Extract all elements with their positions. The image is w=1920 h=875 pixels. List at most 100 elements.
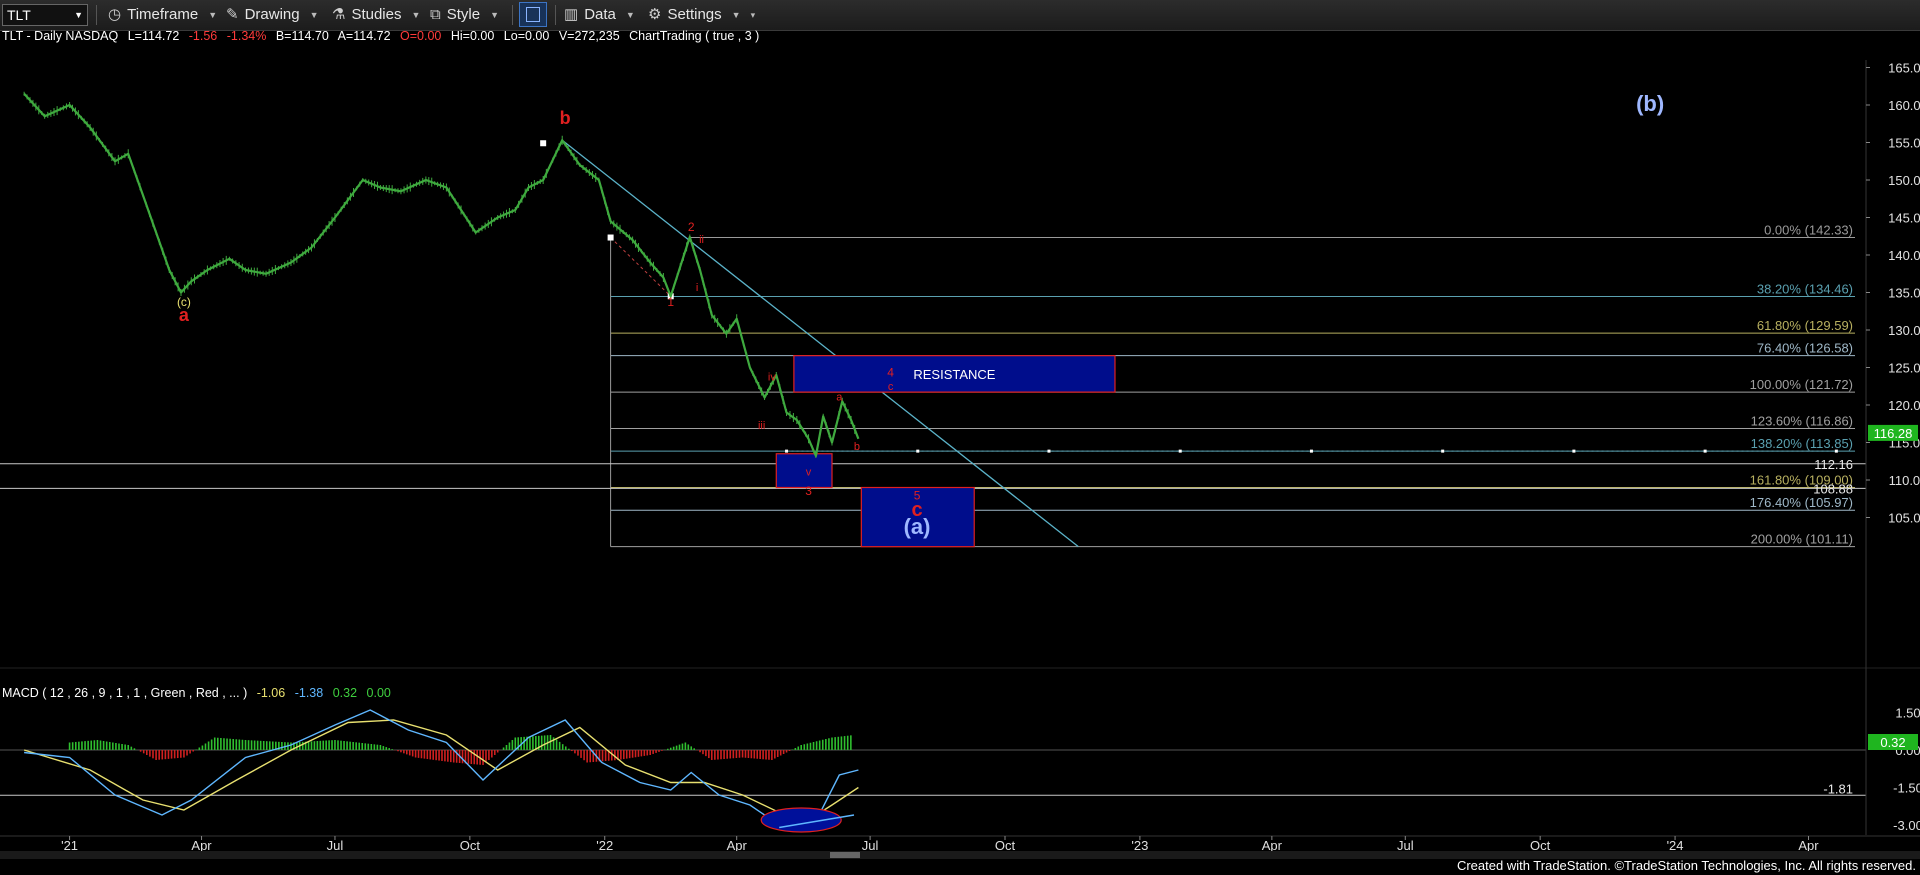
chevron-down-icon: ▼ [74,10,83,20]
fib-level-label: 138.20% (113.85) [1751,436,1853,451]
settings-label: Settings [667,6,722,23]
price-axis-label: 160.00 [1888,98,1920,113]
header-change-pct: -1.34% [227,30,267,43]
symbol-selector[interactable]: TLT ▼ [2,4,88,26]
dotted-line-marker [916,449,920,453]
wave-label: iii [758,420,765,432]
dotted-line-marker [1047,449,1051,453]
resistance-box-label: RESISTANCE [913,367,995,382]
fib-level-label: 61.80% (129.59) [1757,318,1853,333]
copyright-footer: Created with TradeStation. ©TradeStation… [1456,858,1916,873]
wave-label: iv [768,371,776,383]
dotted-line-marker [1572,449,1576,453]
wave-label: i [696,282,698,294]
wave-label: 1 [667,295,674,309]
date-axis-label: Jul [862,838,879,851]
studies-label: Studies [351,6,402,23]
overflow-chevron-icon: ▾ [750,10,756,20]
timeframe-button[interactable]: ◷ Timeframe ▼ [108,4,217,26]
scrollbar-thumb[interactable] [830,852,860,858]
fib-level-label: 100.00% (121.72) [1750,377,1853,392]
fib-level-label: 38.20% (134.46) [1757,282,1853,297]
chevron-down-icon: ▼ [731,10,741,20]
macd-axis-label: -3.00 [1893,818,1920,833]
wave-label: a [179,305,190,325]
macd-value-1: -1.06 [257,686,286,700]
layout-icon [526,7,540,22]
macd-value-2: -1.38 [295,686,324,700]
chevron-down-icon: ▼ [309,10,319,20]
date-axis-label: Oct [460,838,481,851]
fib-level-label: 123.60% (116.86) [1751,414,1853,429]
date-axis-label: Oct [995,838,1016,851]
wave-label: (a) [904,514,931,539]
macd-value-4: 0.00 [367,686,391,700]
gear-icon: ⚙ [648,6,662,23]
wave-label: c [888,381,894,393]
price-axis-label: 110.00 [1889,473,1920,488]
date-axis-label: Apr [1798,838,1819,851]
chevron-down-icon: ▼ [625,10,635,20]
fib-level-label: 176.40% (105.97) [1750,495,1853,510]
symbol-value: TLT [7,7,31,23]
date-axis-label: Apr [1262,838,1283,851]
divergence-ellipse [760,807,842,833]
dotted-line-marker [1309,449,1313,453]
wave-label: 4 [887,366,894,380]
dotted-line-marker [785,449,789,453]
wave-label: ii [699,234,704,246]
dotted-line-marker [1703,449,1707,453]
date-axis-label: Apr [727,838,748,851]
price-axis-label: 150.00 [1888,173,1920,188]
wave-label: 2 [688,220,695,234]
date-axis-label: '24 [1667,838,1684,851]
fib-level-label: 200.00% (101.11) [1751,532,1853,547]
style-icon: ⧉ [430,6,441,23]
macd-signal-line [23,719,859,821]
chevron-down-icon: ▼ [490,10,499,20]
chart-header: TLT - Daily NASDAQ L=114.72 -1.56 -1.34%… [2,30,759,43]
price-axis-label: 135.00 [1888,286,1920,301]
macd-axis-label: 1.50 [1895,706,1920,721]
header-symbol: TLT - Daily NASDAQ [2,30,119,43]
dotted-line-marker [1441,449,1445,453]
toolbar-separator [555,5,556,25]
macd-value-3: 0.32 [333,686,357,700]
header-low: Lo=0.00 [504,30,550,43]
header-change: -1.56 [189,30,218,43]
macd-header: MACD ( 12 , 26 , 9 , 1 , 1 , Green , Red… [2,686,391,700]
settings-button[interactable]: ⚙ Settings ▼ ▾ [648,4,755,26]
price-axis-label: 165.00 [1888,61,1920,76]
macd-line [24,709,859,826]
drawing-label: Drawing [244,6,300,23]
header-open: O=0.00 [400,30,441,43]
wave-label: b [560,108,571,128]
fib-level-label: 0.00% (142.33) [1764,223,1853,238]
pencil-icon: ✎ [226,6,239,23]
price-axis-label: 125.00 [1888,361,1920,376]
data-label: Data [584,6,616,23]
style-label: Style [446,6,481,23]
header-volume: V=272,235 [559,30,620,43]
studies-button[interactable]: ⚗ Studies ▼ [332,4,420,26]
drawing-button[interactable]: ✎ Drawing ▼ [226,4,319,26]
date-axis-label: Jul [327,838,344,851]
price-axis-label: 155.00 [1888,136,1920,151]
macd-level-label: -1.81 [1823,781,1853,796]
layout-toggle-button[interactable] [519,2,547,27]
date-axis-label: '21 [61,838,78,851]
toolbar-separator [96,5,97,25]
header-ask: A=114.72 [338,30,391,43]
data-button[interactable]: ▥ Data ▼ [564,4,635,26]
price-axis-label: 120.00 [1888,398,1920,413]
macd-axis-label: -1.50 [1893,781,1920,796]
horizontal-level-label: 108.88 [1813,481,1853,496]
dotted-line-marker [1178,449,1182,453]
price-axis-label: 140.00 [1888,248,1920,263]
wave-label: a [836,392,843,404]
price-axis-label: 145.00 [1888,211,1920,226]
header-bid: B=114.70 [276,30,329,43]
style-button[interactable]: ⧉ Style ▼ [430,4,499,26]
flask-icon: ⚗ [332,6,346,23]
price-chart[interactable]: 0.00% (142.33) 38.20% (134.46) 61.80% (129… [0,30,1920,851]
